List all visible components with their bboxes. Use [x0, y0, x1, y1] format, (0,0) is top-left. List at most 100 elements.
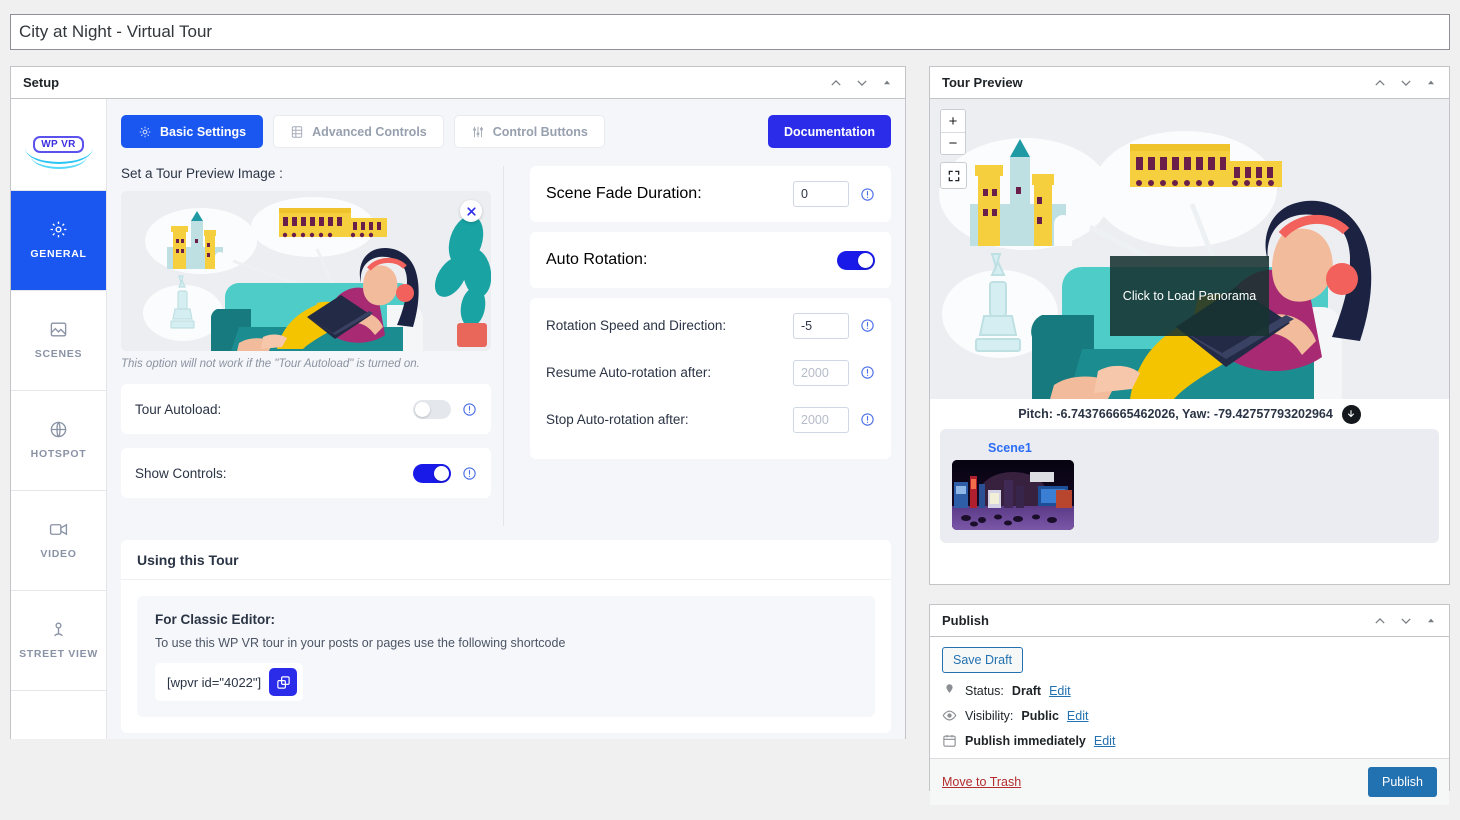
- show-controls-label: Show Controls:: [135, 465, 227, 481]
- auto-rotation-row: Auto Rotation:: [530, 232, 891, 288]
- tab-control-buttons[interactable]: Control Buttons: [453, 115, 605, 148]
- documentation-button[interactable]: Documentation: [768, 115, 891, 148]
- sidebar-item-video[interactable]: VIDEO: [11, 491, 106, 591]
- tab-advanced-controls[interactable]: Advanced Controls: [273, 115, 444, 148]
- move-to-trash-link[interactable]: Move to Trash: [942, 775, 1021, 789]
- info-icon[interactable]: [462, 466, 477, 481]
- copy-shortcode-button[interactable]: [269, 668, 298, 696]
- post-title-input[interactable]: [10, 14, 1450, 50]
- save-draft-button[interactable]: Save Draft: [942, 647, 1024, 673]
- move-up-icon[interactable]: [1373, 76, 1387, 90]
- scene-fade-duration-input[interactable]: [793, 181, 849, 207]
- tour-autoload-label: Tour Autoload:: [135, 401, 222, 417]
- sidebar-item-label: GENERAL: [30, 247, 87, 260]
- logo-arc-secondary-icon: [30, 156, 87, 169]
- sidebar-item-hotspot[interactable]: HOTSPOT: [11, 391, 106, 491]
- download-pitch-yaw-button[interactable]: [1341, 404, 1361, 424]
- schedule-row: Publish immediately Edit: [942, 733, 1437, 748]
- resume-auto-rotation-label: Resume Auto-rotation after:: [546, 365, 712, 380]
- status-label: Status:: [965, 683, 1004, 698]
- click-to-load-panorama-button[interactable]: Click to Load Panorama: [1110, 256, 1269, 336]
- toggle-panel-icon[interactable]: [1425, 77, 1437, 89]
- info-icon[interactable]: [860, 318, 875, 333]
- visibility-row: Visibility: Public Edit: [942, 708, 1437, 723]
- edit-status-link[interactable]: Edit: [1049, 684, 1071, 698]
- copy-icon: [276, 675, 290, 689]
- setup-panel-title: Setup: [23, 75, 60, 90]
- scene-fade-duration-row: Scene Fade Duration:: [530, 166, 891, 222]
- sidebar-item-scenes[interactable]: SCENES: [11, 291, 106, 391]
- status-row: Status: Draft Edit: [942, 683, 1437, 698]
- wpvr-editor-screen: Setup WP VR: [0, 0, 1460, 820]
- move-down-icon[interactable]: [855, 76, 869, 90]
- tour-preview-illustration: [121, 191, 491, 351]
- tour-preview-image[interactable]: [121, 191, 491, 351]
- rotation-speed-row: Rotation Speed and Direction:: [546, 302, 875, 349]
- fullscreen-icon: [948, 170, 959, 181]
- auto-rotation-options: Rotation Speed and Direction: -5 Resume …: [530, 298, 891, 459]
- move-up-icon[interactable]: [829, 76, 843, 90]
- tour-preview-header: Tour Preview: [930, 67, 1449, 99]
- settings-column-right: Scene Fade Duration: 0 Auto Rotation: Ro…: [503, 166, 891, 526]
- pitch-yaw-text: Pitch: -6.743766665462026, Yaw: -79.4275…: [1018, 407, 1333, 421]
- wpvr-logo: WP VR: [11, 99, 106, 191]
- tab-label: Advanced Controls: [312, 124, 427, 139]
- resume-auto-rotation-row: Resume Auto-rotation after:: [546, 349, 875, 396]
- remove-preview-image-button[interactable]: [460, 200, 482, 222]
- scene-fade-duration-label: Scene Fade Duration:: [546, 185, 702, 202]
- pitch-yaw-bar: Pitch: -6.743766665462026, Yaw: -79.4275…: [930, 399, 1449, 429]
- close-icon: [466, 206, 476, 216]
- sliders-grid-icon: [290, 125, 304, 139]
- scene-thumbnail-image: [952, 460, 1074, 530]
- publish-footer: Move to Trash Publish: [930, 758, 1449, 805]
- panorama-stage[interactable]: + − Click to Load Panorama: [930, 99, 1449, 399]
- tab-label: Basic Settings: [160, 124, 247, 139]
- shortcode-text[interactable]: [wpvr id="4022"]: [167, 675, 261, 690]
- fullscreen-button[interactable]: [940, 162, 967, 189]
- show-controls-toggle[interactable]: [413, 463, 451, 483]
- edit-schedule-link[interactable]: Edit: [1094, 734, 1116, 748]
- tab-basic-settings[interactable]: Basic Settings: [121, 115, 264, 148]
- sidebar-item-street-view[interactable]: STREET VIEW: [11, 591, 106, 691]
- schedule-text: Publish immediately: [965, 733, 1086, 748]
- rotation-speed-input[interactable]: [793, 312, 849, 339]
- resume-auto-rotation-controls: [793, 359, 875, 386]
- resume-auto-rotation-input[interactable]: [793, 359, 849, 386]
- stop-auto-rotation-label: Stop Auto-rotation after:: [546, 412, 689, 427]
- zoom-out-button[interactable]: −: [941, 132, 965, 154]
- auto-rotation-label: Auto Rotation:: [546, 251, 648, 268]
- info-icon[interactable]: [860, 365, 875, 380]
- pin-icon: [942, 683, 957, 698]
- info-icon[interactable]: [860, 187, 875, 202]
- zoom-in-button[interactable]: +: [941, 110, 965, 132]
- settings-tabs: Basic Settings Advanced Controls Control…: [121, 115, 605, 148]
- using-this-tour-section: Using this Tour For Classic Editor: To u…: [121, 540, 891, 733]
- info-icon[interactable]: [860, 412, 875, 427]
- gear-icon: [49, 220, 68, 239]
- video-icon: [49, 520, 68, 539]
- rotation-speed-controls: [793, 312, 875, 339]
- publish-title: Publish: [942, 613, 989, 628]
- status-value: Draft: [1011, 683, 1042, 698]
- tour-autoload-toggle[interactable]: [413, 399, 451, 419]
- preview-image-hint: This option will not work if the "Tour A…: [121, 358, 420, 370]
- info-icon[interactable]: [462, 402, 477, 417]
- toggle-panel-icon[interactable]: [881, 77, 893, 89]
- auto-rotation-toggle[interactable]: [837, 250, 875, 270]
- move-up-icon[interactable]: [1373, 614, 1387, 628]
- stop-auto-rotation-input[interactable]: [793, 406, 849, 433]
- move-down-icon[interactable]: [1399, 614, 1413, 628]
- gear-icon: [138, 125, 152, 139]
- scene-thumbnail[interactable]: [952, 460, 1074, 530]
- sidebar-item-label: HOTSPOT: [30, 447, 87, 460]
- sidebar-item-general[interactable]: GENERAL: [11, 191, 106, 291]
- edit-visibility-link[interactable]: Edit: [1067, 709, 1089, 723]
- move-down-icon[interactable]: [1399, 76, 1413, 90]
- preview-image-label: Set a Tour Preview Image :: [121, 166, 283, 181]
- calendar-icon: [942, 733, 957, 748]
- toggle-panel-icon[interactable]: [1425, 615, 1437, 627]
- scene-label[interactable]: Scene1: [988, 441, 1427, 455]
- tour-autoload-controls: [413, 399, 477, 419]
- publish-button[interactable]: Publish: [1368, 767, 1437, 797]
- tour-preview-title: Tour Preview: [942, 75, 1023, 90]
